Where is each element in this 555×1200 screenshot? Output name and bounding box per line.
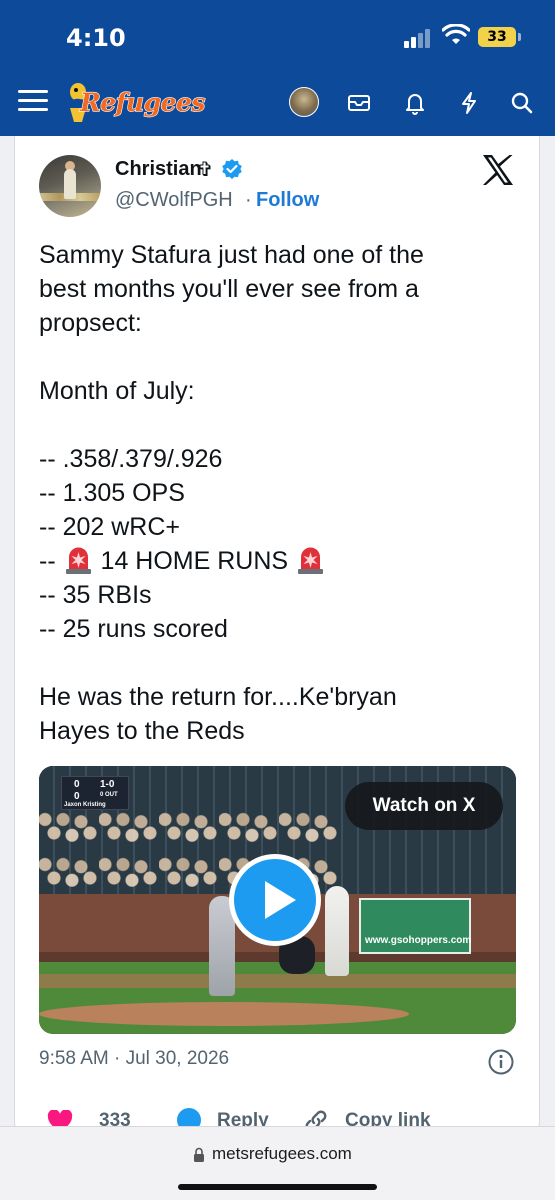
video-scorebug: 0 0 1-0 0 OUT Jaxon Kristing [61,776,129,810]
url-text[interactable]: metsrefugees.com [212,1144,352,1164]
watch-on-x-button[interactable]: Watch on X [345,782,503,830]
scorebug-score: 0 [74,779,80,790]
bolt-icon[interactable] [456,90,482,116]
tweet-line: Month of July: [39,377,195,405]
scorebug-outs: 0 OUT [100,792,118,798]
dash-prefix: -- [39,547,63,575]
siren-emoji-icon [298,547,324,574]
tweet-line [39,408,529,442]
status-time: 4:10 [66,24,126,52]
tweet-line: He was the return for....Ke'bryan [39,683,397,711]
verified-badge-icon [222,159,242,179]
video-sign: www.gsohoppers.com [359,898,471,954]
user-avatar[interactable] [289,87,319,117]
tweet-line: best months you'll ever see from a [39,275,419,303]
bell-icon[interactable] [402,90,428,116]
tweet-line: -- .358/.379/.926 [39,445,223,473]
tweet-line: -- 1.305 OPS [39,479,185,507]
tweet-line: -- 202 wRC+ [39,513,181,541]
tweet-line [39,646,529,680]
tweet-line: -- 35 RBIs [39,581,152,609]
nav-bar: Refugees [0,70,555,136]
status-bar: 4:10 33 [0,0,555,70]
battery-tip [518,33,521,41]
video-mound [39,1002,409,1026]
video-sign-text: www.gsohoppers.com [365,935,472,946]
tweet-card: Christian ✞ @CWolfPGH · Follow Sammy Sta… [14,136,540,1136]
tweet-line-home-runs: -- 14 HOME RUNS [39,544,529,578]
x-logo-icon[interactable] [481,154,515,186]
scorebug-player-name: Jaxon Kristing [64,802,106,808]
tweet-timestamp[interactable]: 9:58 AM · Jul 30, 2026 [39,1048,229,1070]
search-icon[interactable] [509,90,535,116]
wifi-icon [442,24,470,44]
follow-button[interactable]: Follow [256,189,319,212]
author-name[interactable]: Christian [115,158,202,181]
cellular-signal-icon [404,28,434,48]
home-runs-text: 14 HOME RUNS [93,547,296,575]
tweet-line [39,340,529,374]
tweet-line: propsect: [39,309,142,337]
siren-emoji-icon [65,547,91,574]
site-header: 4:10 33 Refugees [0,0,555,136]
video-player[interactable]: www.gsohoppers.com 0 0 1-0 0 OUT Jaxon K… [39,766,516,1034]
logo-text: Refugees [79,87,206,117]
browser-url-bar: metsrefugees.com [0,1126,555,1200]
menu-icon[interactable] [18,88,48,114]
tweet-text: Sammy Stafura just had one of the best m… [39,238,529,748]
tweet-line: Hayes to the Reds [39,717,245,745]
handle-separator: · [245,189,252,211]
author-handle[interactable]: @CWolfPGH [115,189,233,212]
video-dirt [39,974,516,988]
battery-indicator: 33 [478,27,516,47]
cross-icon: ✞ [197,159,214,181]
lock-icon [194,1147,204,1162]
home-indicator[interactable] [178,1184,377,1190]
video-batter [325,886,349,976]
tweet-line: Sammy Stafura just had one of the [39,241,424,269]
author-avatar[interactable] [39,155,101,217]
site-logo[interactable]: Refugees [66,80,206,126]
play-button[interactable] [229,854,321,946]
scorebug-score: 0 [74,791,80,802]
info-icon[interactable] [487,1048,515,1076]
mail-icon[interactable] [346,90,372,116]
scorebug-count: 1-0 [100,779,115,790]
tweet-line: -- 25 runs scored [39,615,228,643]
play-icon [265,881,296,919]
